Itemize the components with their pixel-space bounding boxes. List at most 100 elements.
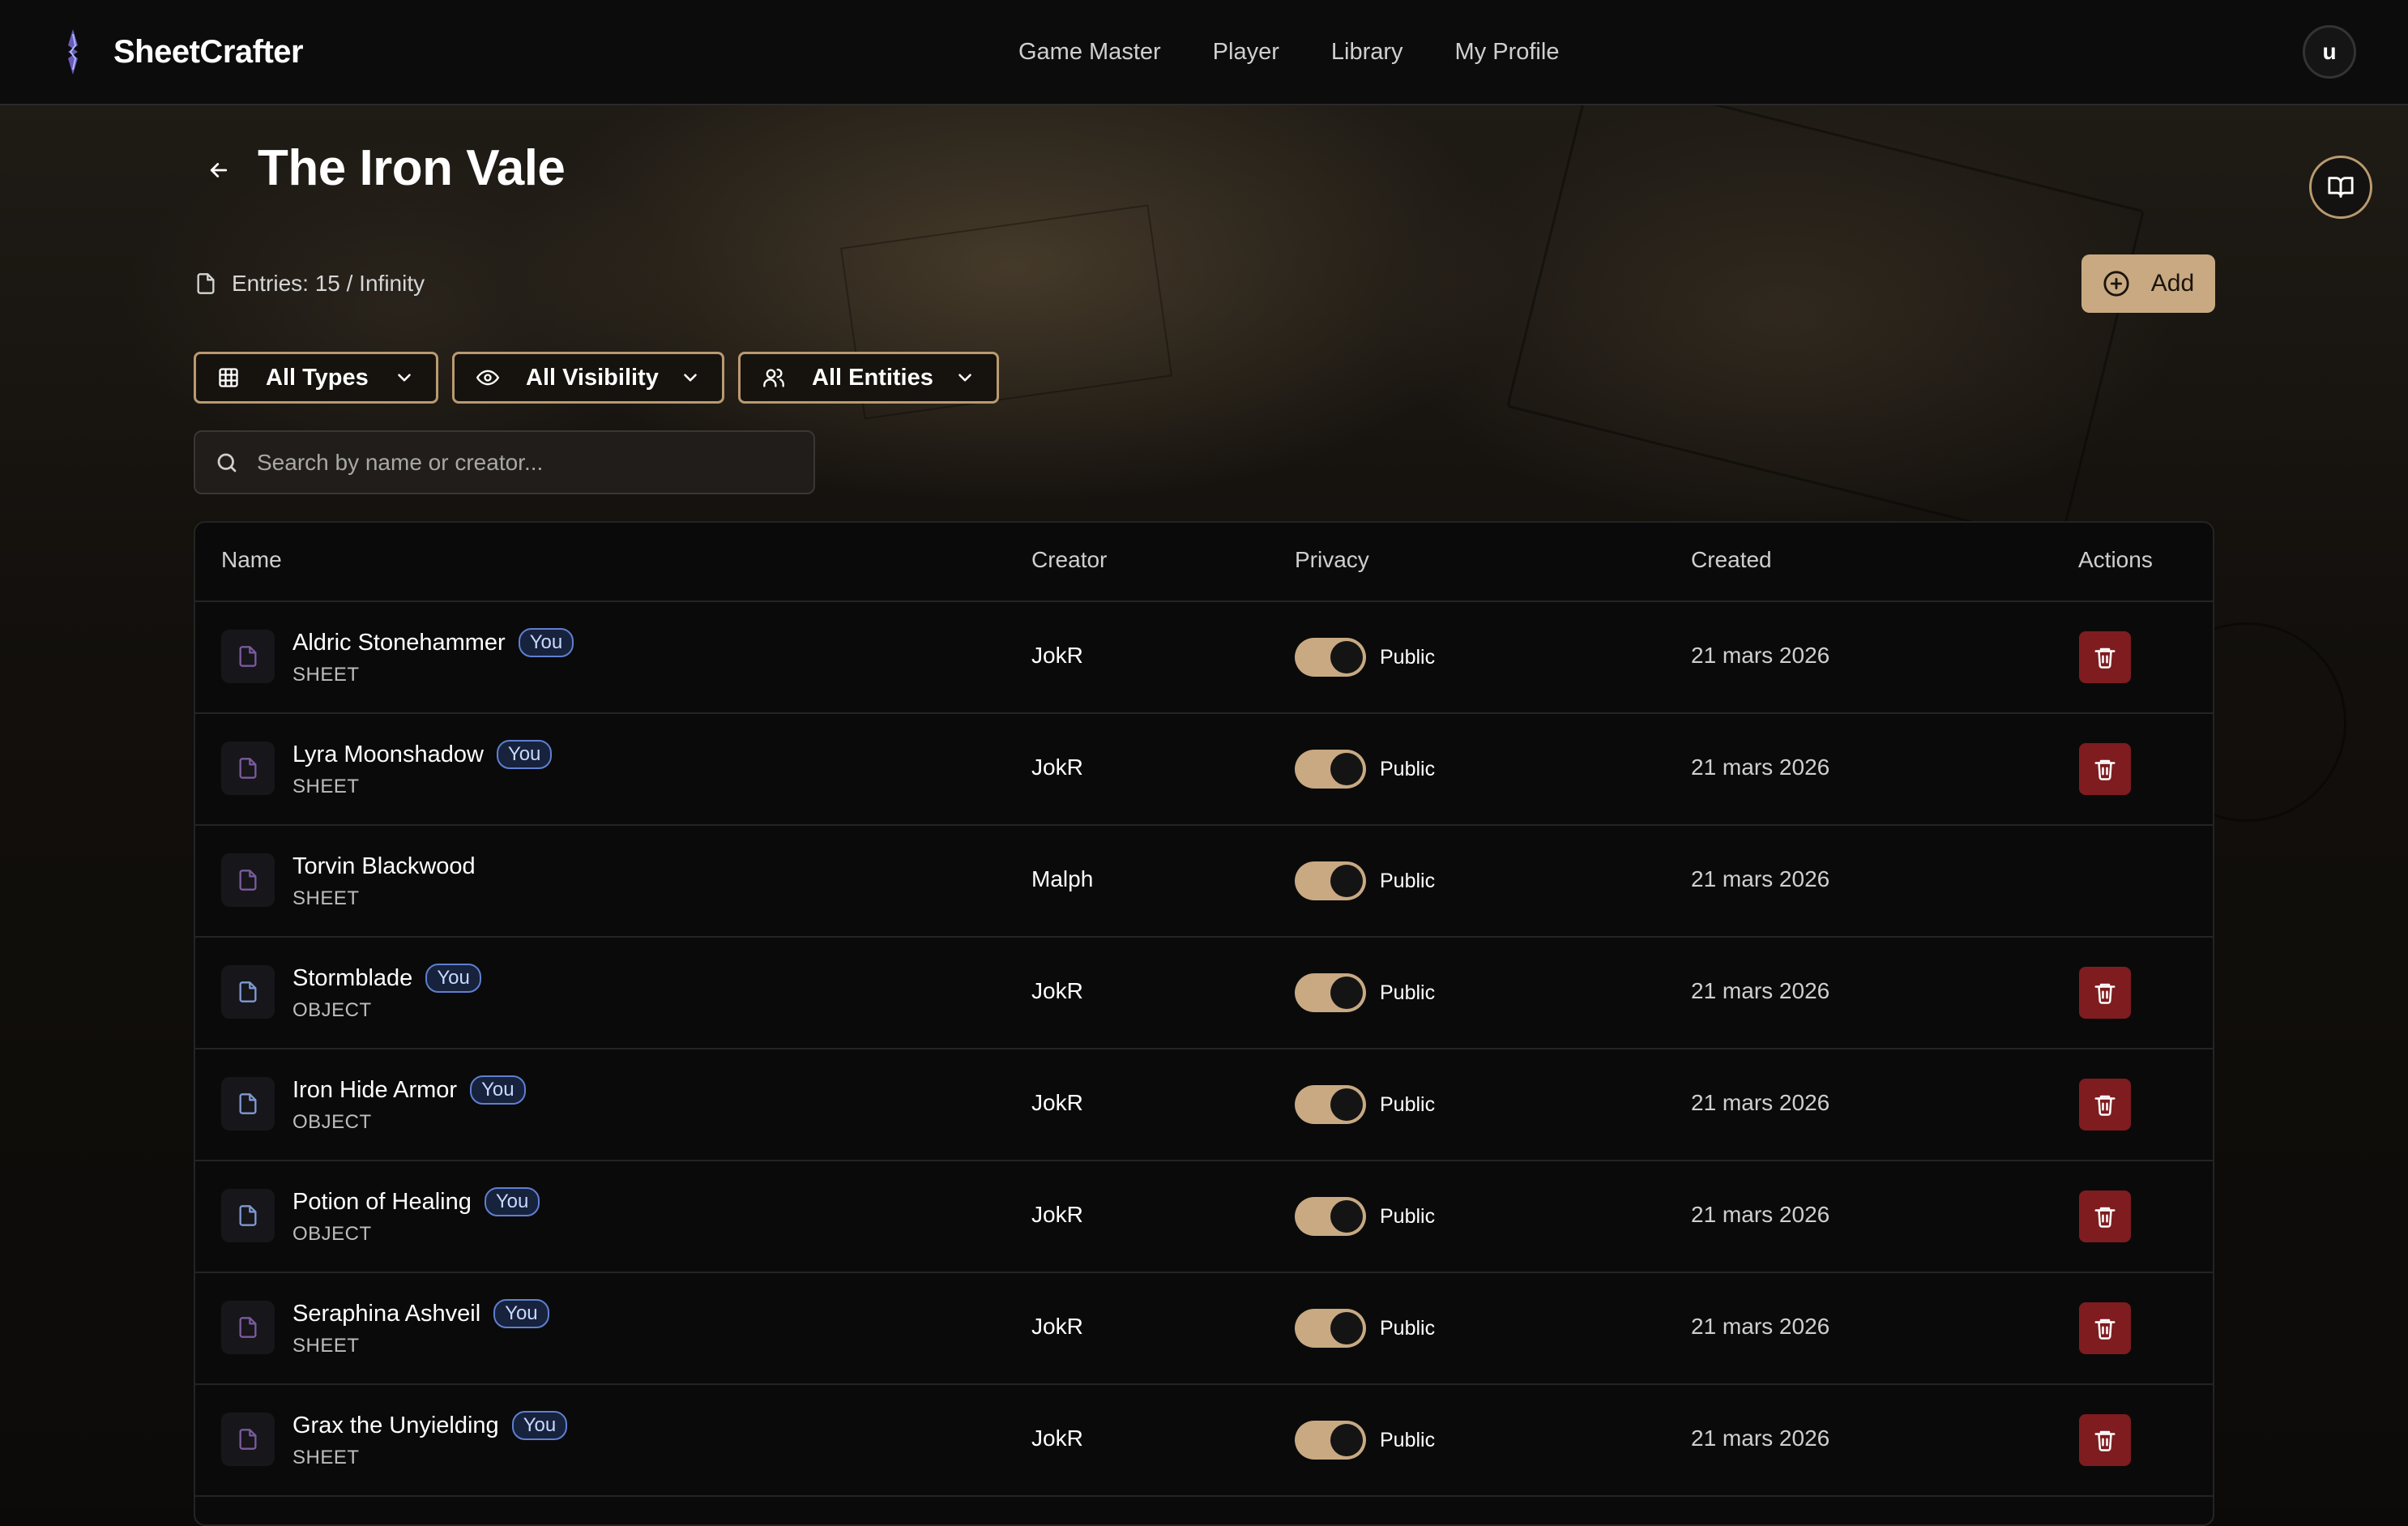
entry-creator: JokR xyxy=(1031,1090,1083,1115)
entry-creator: JokR xyxy=(1031,754,1083,780)
page-title: The Iron Vale xyxy=(258,140,566,196)
entry-name[interactable]: Aldric Stonehammer xyxy=(292,630,506,656)
filter-types[interactable]: All Types xyxy=(194,352,438,404)
entry-name[interactable]: Lyra Moonshadow xyxy=(292,742,484,768)
entry-name[interactable]: Seraphina Ashveil xyxy=(292,1301,480,1327)
privacy-label: Public xyxy=(1380,758,1436,780)
table-row[interactable]: Iron Hide Armor You OBJECT JokR Public 2… xyxy=(195,1049,2213,1161)
entry-created-date: 21 mars 2026 xyxy=(1691,978,1830,1003)
nav-game-master[interactable]: Game Master xyxy=(1018,39,1161,66)
document-icon xyxy=(221,1077,275,1131)
delete-button[interactable] xyxy=(2079,1190,2131,1242)
main-nav: Game Master Player Library My Profile xyxy=(1018,32,1611,71)
search-icon xyxy=(217,453,237,472)
sheetcrafter-logo-icon xyxy=(57,28,89,76)
entry-name[interactable]: Iron Hide Armor xyxy=(292,1077,457,1104)
rulebook-button[interactable] xyxy=(2309,156,2372,219)
privacy-toggle[interactable] xyxy=(1295,1421,1366,1460)
entry-creator: JokR xyxy=(1031,1426,1083,1451)
table-grid-icon xyxy=(217,366,240,389)
chevron-down-icon xyxy=(394,367,415,388)
entry-type: SHEET xyxy=(292,887,360,909)
privacy-toggle[interactable] xyxy=(1295,1197,1366,1236)
privacy-label: Public xyxy=(1380,1093,1436,1116)
column-header-privacy: Privacy xyxy=(1295,547,1369,572)
brand-name: SheetCrafter xyxy=(113,33,304,70)
users-icon xyxy=(762,366,786,389)
back-button[interactable] xyxy=(203,154,235,186)
table-row[interactable]: Grax the Unyielding You SHEET JokR Publi… xyxy=(195,1385,2213,1497)
brand[interactable]: SheetCrafter xyxy=(57,28,304,76)
entries-table: Name Creator Privacy Created Actions Ald… xyxy=(194,521,2214,1526)
privacy-label: Public xyxy=(1380,646,1436,669)
entry-name[interactable]: Potion of Healing xyxy=(292,1189,472,1216)
add-button-label: Add xyxy=(2150,270,2195,297)
entries-text: Entries: 15 / Infinity xyxy=(232,271,425,296)
entry-type: OBJECT xyxy=(292,999,372,1021)
table-row[interactable]: Stormblade You OBJECT JokR Public 21 mar… xyxy=(195,938,2213,1049)
entry-type: SHEET xyxy=(292,776,360,797)
table-row[interactable]: Aldric Stonehammer You SHEET JokR Public… xyxy=(195,602,2213,714)
entry-created-date: 21 mars 2026 xyxy=(1691,1426,1830,1451)
entry-name[interactable]: Grax the Unyielding xyxy=(292,1413,499,1439)
trash-icon xyxy=(2094,1319,2116,1340)
nav-library[interactable]: Library xyxy=(1331,39,1403,66)
document-icon xyxy=(221,1301,275,1354)
chevron-down-icon xyxy=(954,367,976,388)
delete-button[interactable] xyxy=(2079,1302,2131,1354)
privacy-toggle[interactable] xyxy=(1295,750,1366,789)
nav-my-profile[interactable]: My Profile xyxy=(1455,39,1560,66)
privacy-toggle[interactable] xyxy=(1295,638,1366,677)
privacy-toggle[interactable] xyxy=(1295,973,1366,1012)
entry-name[interactable]: Stormblade xyxy=(292,965,412,992)
filter-entities[interactable]: All Entities xyxy=(738,352,999,404)
filter-types-label: All Types xyxy=(266,364,369,391)
filter-entities-label: All Entities xyxy=(812,364,933,391)
table-row[interactable]: Potion of Healing You OBJECT JokR Public… xyxy=(195,1161,2213,1273)
table-row[interactable]: Lyra Moonshadow You SHEET JokR Public 21… xyxy=(195,714,2213,826)
table-row[interactable]: Seraphina Ashveil You SHEET JokR Public … xyxy=(195,1273,2213,1385)
entry-created-date: 21 mars 2026 xyxy=(1691,754,1830,780)
document-icon xyxy=(221,853,275,907)
entry-creator: JokR xyxy=(1031,1202,1083,1227)
table-body: Aldric Stonehammer You SHEET JokR Public… xyxy=(195,602,2213,1497)
you-badge: You xyxy=(425,964,481,993)
trash-icon xyxy=(2094,1207,2116,1228)
entry-name[interactable]: Torvin Blackwood xyxy=(292,853,476,880)
column-header-actions: Actions xyxy=(2078,547,2153,572)
entry-type: OBJECT xyxy=(292,1111,372,1133)
privacy-toggle[interactable] xyxy=(1295,1085,1366,1124)
plus-circle-icon xyxy=(2103,271,2129,297)
top-navbar: SheetCrafter Game Master Player Library … xyxy=(0,0,2408,105)
delete-button[interactable] xyxy=(2079,1414,2131,1466)
privacy-toggle[interactable] xyxy=(1295,1309,1366,1348)
document-icon xyxy=(221,965,275,1019)
nav-player[interactable]: Player xyxy=(1213,39,1279,66)
add-button[interactable]: Add xyxy=(2081,254,2215,313)
filter-visibility[interactable]: All Visibility xyxy=(452,352,724,404)
trash-icon xyxy=(2094,983,2116,1004)
user-avatar[interactable]: u xyxy=(2303,25,2356,79)
privacy-toggle[interactable] xyxy=(1295,861,1366,900)
document-icon xyxy=(221,742,275,795)
entry-type: SHEET xyxy=(292,1447,360,1468)
you-badge: You xyxy=(496,740,553,769)
document-icon xyxy=(221,1413,275,1466)
privacy-label: Public xyxy=(1380,981,1436,1004)
delete-button[interactable] xyxy=(2079,1079,2131,1131)
entry-creator: JokR xyxy=(1031,1314,1083,1339)
entry-created-date: 21 mars 2026 xyxy=(1691,1314,1830,1339)
delete-button[interactable] xyxy=(2079,967,2131,1019)
delete-button[interactable] xyxy=(2079,631,2131,683)
privacy-label: Public xyxy=(1380,1429,1436,1451)
you-badge: You xyxy=(493,1299,549,1328)
entry-creator: Malph xyxy=(1031,866,1094,891)
search-input[interactable] xyxy=(255,448,793,477)
entry-type: SHEET xyxy=(292,1335,360,1357)
you-badge: You xyxy=(470,1075,526,1105)
delete-button[interactable] xyxy=(2079,743,2131,795)
entry-created-date: 21 mars 2026 xyxy=(1691,1090,1830,1115)
trash-icon xyxy=(2094,1430,2116,1451)
table-row[interactable]: Torvin Blackwood SHEET Malph Public 21 m… xyxy=(195,826,2213,938)
entry-creator: JokR xyxy=(1031,643,1083,668)
